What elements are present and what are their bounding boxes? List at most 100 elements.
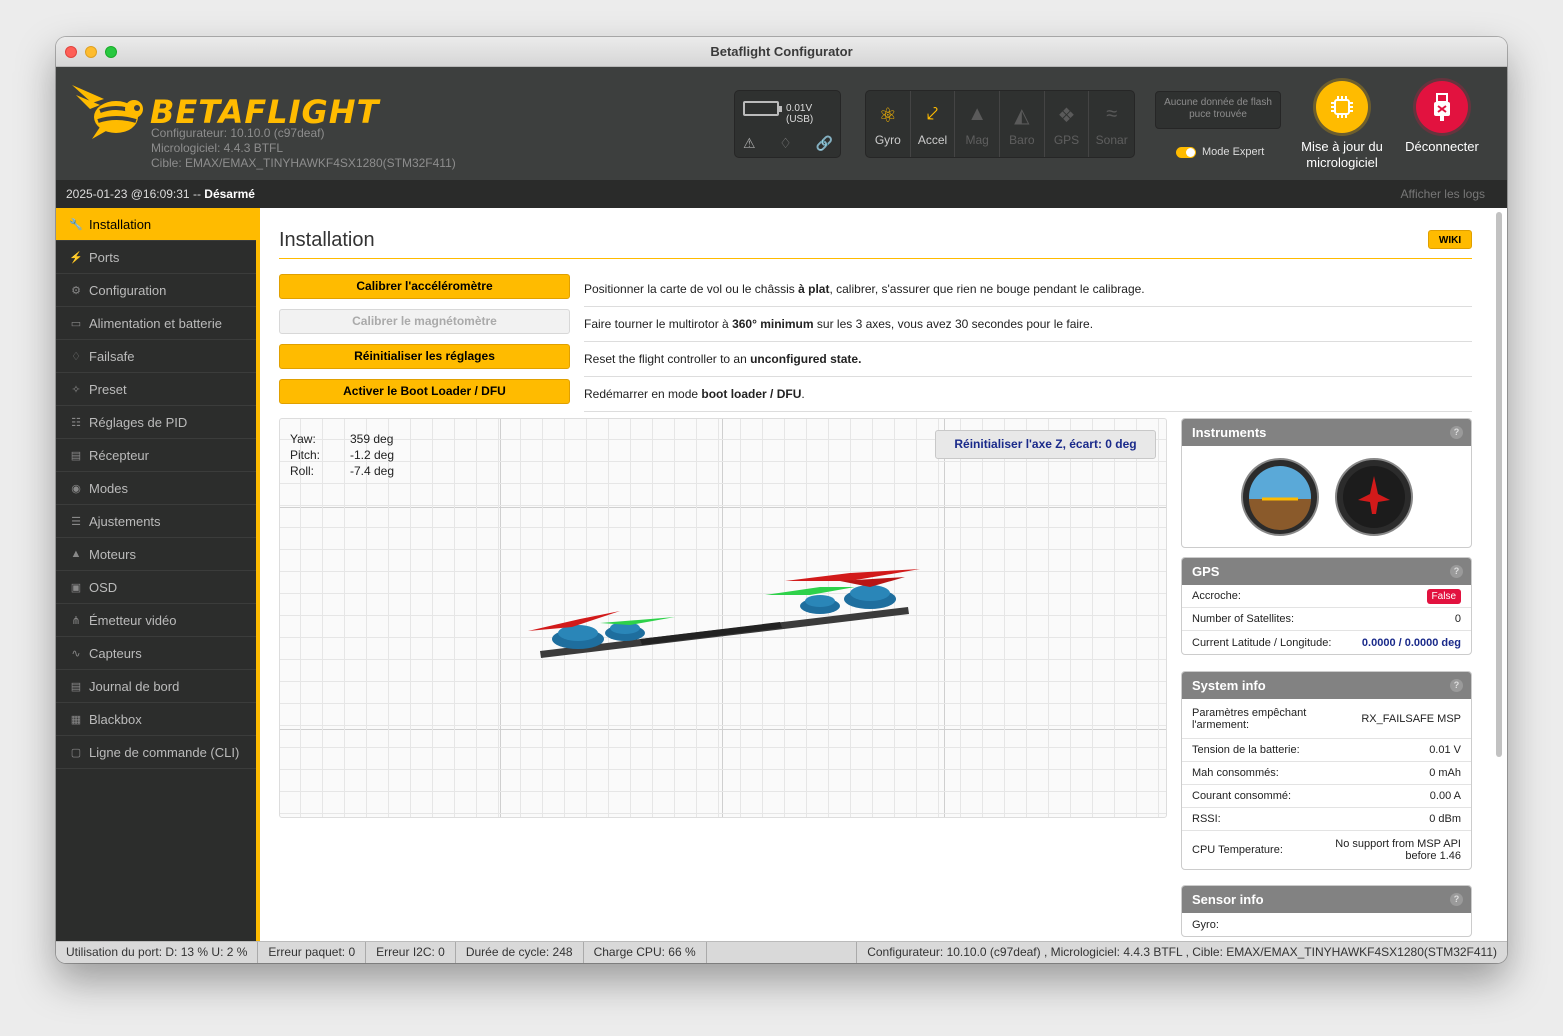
mag-icon: ▲ bbox=[967, 103, 988, 125]
sidebar-item-pid-tuning[interactable]: ☷ Réglages de PID bbox=[56, 406, 256, 439]
battery-icon bbox=[743, 101, 782, 116]
quadcopter-model bbox=[528, 569, 920, 658]
sidebar-item-osd[interactable]: ▣ OSD bbox=[56, 571, 256, 604]
toggle-icon: ◉ bbox=[71, 482, 81, 495]
window-title: Betaflight Configurator bbox=[710, 44, 853, 59]
sidebar-item-adjustments[interactable]: ☰ Ajustements bbox=[56, 505, 256, 538]
plug-icon: ⚡ bbox=[69, 251, 83, 264]
expert-mode-label: Mode Expert bbox=[1202, 146, 1265, 158]
gps-fix-badge: False bbox=[1426, 588, 1461, 604]
help-icon[interactable]: ? bbox=[1450, 679, 1463, 692]
calibrate-accelerometer-button[interactable]: Calibrer l'accéléromètre bbox=[279, 274, 570, 299]
sidebar-item-preset[interactable]: ✧ Preset bbox=[56, 373, 256, 406]
disconnect-label: Déconnecter bbox=[1405, 139, 1479, 154]
action-description: Redémarrer en mode boot loader / DFU. bbox=[584, 379, 1472, 412]
sidebar-item-receiver[interactable]: ▤ Récepteur bbox=[56, 439, 256, 472]
sidebar-item-configuration[interactable]: ⚙ Configuration bbox=[56, 274, 256, 307]
battery-status: 0.01V (USB) ⚠ ♢ 🔗 bbox=[734, 90, 841, 158]
footer-status-bar: Utilisation du port: D: 13 % U: 2 % Erre… bbox=[56, 941, 1507, 963]
calibrate-magnetometer-button[interactable]: Calibrer le magnétomètre bbox=[279, 309, 570, 334]
accel-icon: ⤦ bbox=[926, 103, 939, 125]
sidebar-item-video-transmitter[interactable]: ⋔ Émetteur vidéo bbox=[56, 604, 256, 637]
arming-status-bar: 2025-01-23 @16:09:31 -- Désarmé Afficher… bbox=[56, 180, 1507, 208]
version-info: Configurateur: 10.10.0 (c97deaf) Microlo… bbox=[151, 126, 456, 171]
sensor-info-title: Sensor info bbox=[1192, 892, 1264, 907]
sidebar-item-power-battery[interactable]: ▭ Alimentation et batterie bbox=[56, 307, 256, 340]
sidebar-item-cli[interactable]: ▢ Ligne de commande (CLI) bbox=[56, 736, 256, 769]
chip-icon bbox=[1316, 81, 1368, 133]
flash-status: Aucune donnée de flash puce trouvée bbox=[1155, 91, 1281, 129]
show-logs-link[interactable]: Afficher les logs bbox=[1401, 180, 1486, 208]
gps-panel: GPS? Accroche: False Number of Satellites… bbox=[1181, 557, 1472, 655]
sidebar: 🔧 Installation ⚡ Ports ⚙ Configuration ▭ Ali… bbox=[56, 208, 256, 941]
sidebar-item-sensors[interactable]: ∿ Capteurs bbox=[56, 637, 256, 670]
minimize-window-button[interactable] bbox=[85, 46, 97, 58]
close-window-button[interactable] bbox=[65, 46, 77, 58]
sensor-mag: ▲ Mag bbox=[955, 91, 1001, 157]
action-row: Activer le Boot Loader / DFU Redémarrer … bbox=[279, 379, 1472, 414]
battery-voltage: 0.01V (USB) bbox=[786, 103, 814, 125]
expert-mode-switch[interactable] bbox=[1176, 146, 1196, 158]
roll-value: -7.4 deg bbox=[350, 464, 395, 478]
mah-drawn-value: 0 mAh bbox=[1429, 767, 1461, 779]
content-scrollbar[interactable] bbox=[1495, 212, 1503, 932]
attitude-readout: Yaw: 359 deg Pitch: -1.2 deg Roll: -7.4 deg bbox=[290, 432, 395, 478]
action-row: Calibrer l'accéléromètre Positionner la … bbox=[279, 274, 1472, 309]
disconnect-button[interactable]: Déconnecter bbox=[1397, 81, 1487, 155]
sidebar-item-motors[interactable]: ▲ Moteurs bbox=[56, 538, 256, 571]
packet-error: Erreur paquet: 0 bbox=[258, 942, 367, 963]
pid-icon: ☷ bbox=[71, 416, 81, 429]
bee-logo-icon bbox=[72, 85, 143, 139]
usb-icon bbox=[1416, 81, 1468, 133]
scroll-thumb[interactable] bbox=[1496, 212, 1502, 757]
help-icon[interactable]: ? bbox=[1450, 893, 1463, 906]
help-icon[interactable]: ? bbox=[1450, 426, 1463, 439]
sensor-sonar: ≈ Sonar bbox=[1089, 91, 1134, 157]
pulse-icon: ∿ bbox=[71, 647, 81, 660]
zoom-window-button[interactable] bbox=[105, 46, 117, 58]
activate-bootloader-button[interactable]: Activer le Boot Loader / DFU bbox=[279, 379, 570, 404]
firmware-update-button[interactable]: Mise à jour du micrologiciel bbox=[1297, 81, 1387, 171]
sidebar-item-ports[interactable]: ⚡ Ports bbox=[56, 241, 256, 274]
wiki-button[interactable]: WIKI bbox=[1428, 230, 1472, 249]
reset-z-axis-button[interactable]: Réinitialiser l'axe Z, écart: 0 deg bbox=[935, 430, 1156, 459]
sensor-status: ⚛ Gyro ⤦ Accel ▲ Mag ◭ Baro ❖ GPS ≈ Sona… bbox=[865, 90, 1135, 158]
sensor-info-panel: Sensor info? Gyro: bbox=[1181, 885, 1472, 937]
parachute-icon: ♢ bbox=[71, 350, 81, 363]
motor-icon: ▲ bbox=[70, 548, 82, 560]
arm-state: Désarmé bbox=[204, 187, 255, 201]
app-window: Betaflight Configurator BETAFLIGHT Confi… bbox=[56, 37, 1507, 963]
magic-icon: ✧ bbox=[71, 383, 81, 396]
baro-icon: ◭ bbox=[1014, 105, 1030, 127]
model-viewport[interactable]: Yaw: 359 deg Pitch: -1.2 deg Roll: -7.4 deg… bbox=[279, 418, 1167, 818]
title-bar: Betaflight Configurator bbox=[56, 37, 1507, 67]
expert-mode-toggle[interactable]: Mode Expert bbox=[1176, 146, 1264, 158]
help-icon[interactable]: ? bbox=[1450, 565, 1463, 578]
target-board: Cible: EMAX/EMAX_TINYHAWKF4SX1280(STM32F… bbox=[151, 156, 456, 170]
sidebar-item-modes[interactable]: ◉ Modes bbox=[56, 472, 256, 505]
pitch-value: -1.2 deg bbox=[350, 448, 395, 462]
gyro-icon: ⚛ bbox=[878, 105, 897, 127]
log-icon: ▤ bbox=[70, 680, 82, 693]
sidebar-item-failsafe[interactable]: ♢ Failsafe bbox=[56, 340, 256, 373]
yaw-value: 359 deg bbox=[350, 432, 394, 446]
sidebar-item-installation[interactable]: 🔧 Installation bbox=[56, 208, 256, 241]
instruments-title: Instruments bbox=[1192, 425, 1267, 440]
firmware-version: Micrologiciel: 4.4.3 BTFL bbox=[151, 141, 284, 155]
arming-disable-flags: RX_FAILSAFE MSP bbox=[1361, 712, 1461, 725]
system-info-panel: System info? Paramètres empêchant l'arme… bbox=[1181, 671, 1472, 870]
reset-settings-button[interactable]: Réinitialiser les réglages bbox=[279, 344, 570, 369]
port-usage: Utilisation du port: D: 13 % U: 2 % bbox=[56, 942, 259, 963]
sliders-icon: ☰ bbox=[71, 515, 81, 528]
sensor-baro: ◭ Baro bbox=[1000, 91, 1045, 157]
sidebar-item-logging[interactable]: ▤ Journal de bord bbox=[56, 670, 256, 703]
wrench-icon: 🔧 bbox=[69, 218, 83, 231]
gps-icon: ❖ bbox=[1057, 105, 1076, 127]
configurator-version: Configurateur: 10.10.0 (c97deaf) bbox=[151, 126, 325, 140]
cpu-temperature-value: No support from MSP API before 1.46 bbox=[1335, 838, 1461, 862]
system-info-title: System info bbox=[1192, 678, 1266, 693]
gps-coordinates: 0.0000 / 0.0000 deg bbox=[1361, 636, 1461, 649]
sidebar-item-blackbox[interactable]: ▦ Blackbox bbox=[56, 703, 256, 736]
blackbox-icon: ▦ bbox=[70, 713, 82, 726]
gps-title: GPS bbox=[1192, 564, 1220, 579]
